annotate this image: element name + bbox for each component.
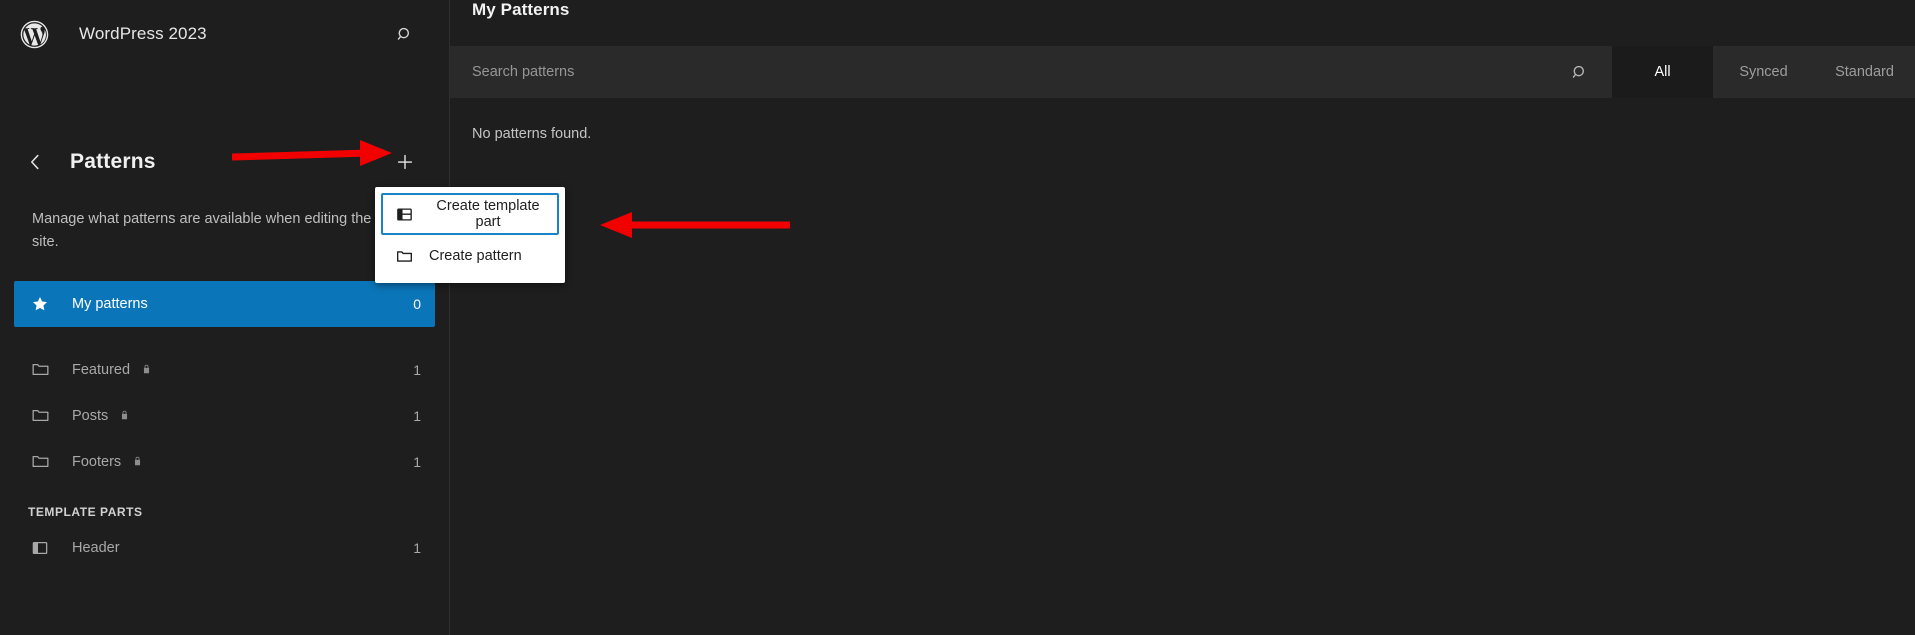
tab-all[interactable]: All xyxy=(1612,46,1713,98)
sidebar-item-count: 0 xyxy=(413,295,421,312)
sidebar-item-posts[interactable]: Posts 1 xyxy=(0,393,449,439)
menu-item-label: Create template part xyxy=(436,198,540,230)
sidebar-item-count: 1 xyxy=(413,453,421,470)
sidebar-item-count: 1 xyxy=(413,539,421,556)
patterns-panel-header: Patterns xyxy=(0,134,449,190)
folder-icon xyxy=(393,245,415,267)
tab-synced[interactable]: Synced xyxy=(1713,46,1814,98)
template-part-icon xyxy=(393,203,415,225)
menu-item-create-pattern[interactable]: Create pattern xyxy=(381,235,559,277)
site-header: WordPress 2023 xyxy=(0,0,449,68)
patterns-screen: WordPress 2023 Patterns Manage what patt… xyxy=(0,0,1915,635)
sidebar-item-label: My patterns xyxy=(72,295,148,312)
sidebar: WordPress 2023 Patterns Manage what patt… xyxy=(0,0,450,635)
lock-icon xyxy=(131,455,144,468)
patterns-toolbar: All Synced Standard xyxy=(450,46,1915,98)
template-parts-section-label: TEMPLATE PARTS xyxy=(28,504,143,519)
search-icon xyxy=(397,27,409,40)
sidebar-item-label: Header xyxy=(72,539,120,556)
add-pattern-button[interactable] xyxy=(389,146,421,178)
template-part-icon xyxy=(28,536,52,560)
empty-state-message: No patterns found. xyxy=(472,126,592,142)
menu-item-label: Create pattern xyxy=(429,248,522,264)
main-content: My Patterns All Synced Standard No patte… xyxy=(450,0,1915,635)
search-input[interactable] xyxy=(472,64,1566,80)
sidebar-item-header[interactable]: Header 1 xyxy=(0,525,449,571)
sidebar-item-count: 1 xyxy=(413,361,421,378)
folder-icon xyxy=(28,450,52,474)
folder-icon xyxy=(28,358,52,382)
create-dropdown-menu: Create template part Create pattern xyxy=(375,187,565,283)
back-chevron-icon[interactable] xyxy=(22,149,48,175)
sidebar-item-label: Posts xyxy=(72,407,109,424)
search-field-wrapper[interactable] xyxy=(450,46,1612,98)
search-icon[interactable] xyxy=(1566,59,1592,85)
sidebar-item-label: Footers xyxy=(72,453,122,470)
patterns-description: Manage what patterns are available when … xyxy=(32,211,372,251)
tab-standard[interactable]: Standard xyxy=(1814,46,1915,98)
header-search-button[interactable] xyxy=(387,17,421,51)
pattern-filter-tabs: All Synced Standard xyxy=(1612,46,1915,98)
site-title: WordPress 2023 xyxy=(79,24,207,43)
main-page-title: My Patterns xyxy=(472,0,570,19)
lock-icon xyxy=(140,363,153,376)
wordpress-logo-icon[interactable] xyxy=(18,18,51,51)
plus-icon xyxy=(397,154,413,170)
sidebar-item-my-patterns[interactable]: My patterns 0 xyxy=(14,280,435,327)
folder-icon xyxy=(28,404,52,428)
nav-gap xyxy=(0,327,449,347)
patterns-nav-list: My patterns 0 Featured 1 Posts 1 Footers… xyxy=(0,280,449,571)
menu-item-create-template-part[interactable]: Create template part xyxy=(381,193,559,235)
star-icon xyxy=(28,292,52,316)
sidebar-item-label: Featured xyxy=(72,361,131,378)
sidebar-item-count: 1 xyxy=(413,407,421,424)
lock-icon xyxy=(118,409,131,422)
sidebar-item-featured[interactable]: Featured 1 xyxy=(0,347,449,393)
page-title: Patterns xyxy=(70,150,156,173)
sidebar-item-footers[interactable]: Footers 1 xyxy=(0,439,449,485)
